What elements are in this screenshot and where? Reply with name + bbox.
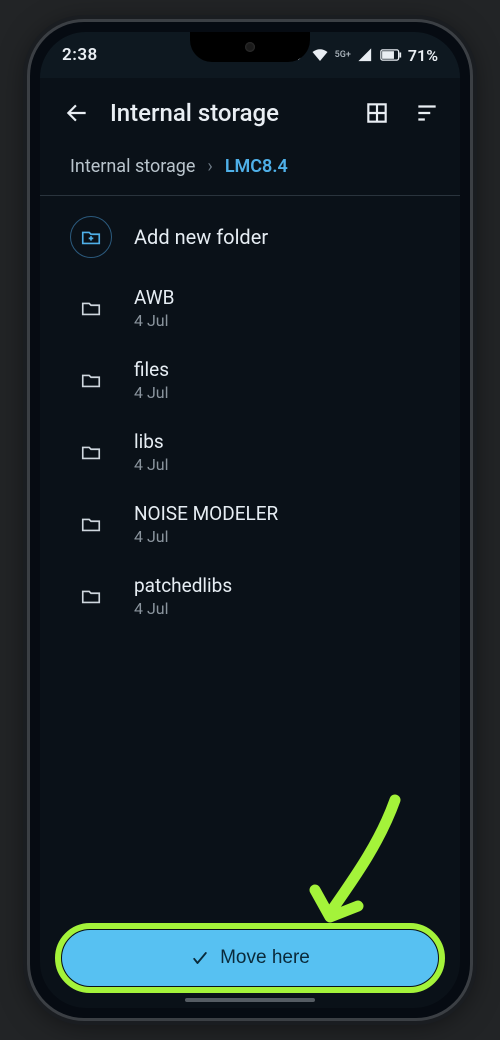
breadcrumb-root[interactable]: Internal storage xyxy=(70,156,195,177)
list-item[interactable]: libs 4 Jul xyxy=(40,416,460,488)
folder-name: libs xyxy=(134,430,169,453)
move-here-label: Move here xyxy=(220,947,310,969)
network-badge: 5G+ xyxy=(335,50,351,60)
folder-name: patchedlibs xyxy=(134,574,232,597)
add-new-folder-label: Add new folder xyxy=(134,225,268,249)
display-notch xyxy=(190,32,310,62)
folder-icon xyxy=(70,359,112,401)
list-item[interactable]: files 4 Jul xyxy=(40,344,460,416)
folder-icon xyxy=(70,431,112,473)
signal-icon xyxy=(357,47,374,64)
folder-date: 4 Jul xyxy=(134,599,232,618)
breadcrumb: Internal storage › LMC8.4 xyxy=(40,148,460,196)
list-item[interactable]: AWB 4 Jul xyxy=(40,272,460,344)
folder-icon xyxy=(70,287,112,329)
view-grid-button[interactable] xyxy=(354,90,400,136)
app-bar: Internal storage xyxy=(40,78,460,148)
folder-name: AWB xyxy=(134,286,174,309)
arrow-left-icon xyxy=(64,100,90,126)
battery-icon xyxy=(380,48,402,62)
move-here-button[interactable]: Move here xyxy=(62,930,438,986)
page-title: Internal storage xyxy=(110,99,344,127)
folder-date: 4 Jul xyxy=(134,527,278,546)
folder-add-icon xyxy=(70,216,112,258)
chevron-right-icon: › xyxy=(207,156,212,177)
phone-frame: 2:38 5G+ 71% Internal storage xyxy=(30,22,470,1018)
folder-list: Add new folder AWB 4 Jul files 4 Jul xyxy=(40,196,460,916)
breadcrumb-current[interactable]: LMC8.4 xyxy=(225,156,288,177)
folder-icon xyxy=(70,503,112,545)
sort-icon xyxy=(414,100,440,126)
check-icon xyxy=(190,948,210,968)
home-indicator xyxy=(185,998,315,1002)
folder-date: 4 Jul xyxy=(134,383,169,402)
clock: 2:38 xyxy=(62,45,98,65)
folder-icon xyxy=(70,575,112,617)
add-new-folder-button[interactable]: Add new folder xyxy=(40,202,460,272)
list-item[interactable]: NOISE MODELER 4 Jul xyxy=(40,488,460,560)
screen: 2:38 5G+ 71% Internal storage xyxy=(40,32,460,1008)
folder-date: 4 Jul xyxy=(134,311,174,330)
sort-button[interactable] xyxy=(404,90,450,136)
back-button[interactable] xyxy=(54,90,100,136)
folder-name: files xyxy=(134,358,169,381)
battery-percent: 71% xyxy=(408,46,438,65)
folder-name: NOISE MODELER xyxy=(134,502,278,525)
list-item[interactable]: patchedlibs 4 Jul xyxy=(40,560,460,632)
wifi-icon xyxy=(311,46,329,64)
grid-icon xyxy=(364,100,390,126)
bottom-action-bar: Move here xyxy=(40,916,460,1008)
folder-date: 4 Jul xyxy=(134,455,169,474)
